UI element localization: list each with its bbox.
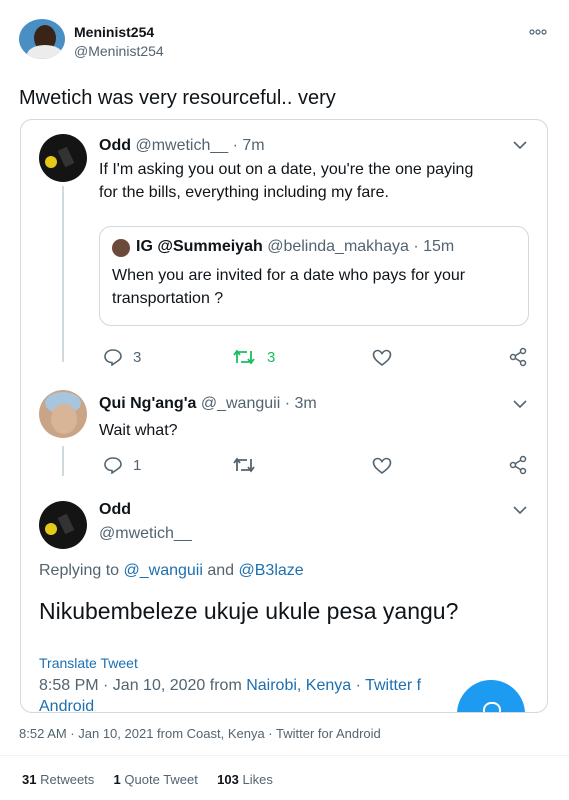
retweet-icon[interactable] — [233, 457, 255, 473]
reply-icon[interactable] — [103, 348, 123, 366]
author-handle[interactable]: @Meninist254 — [74, 43, 164, 59]
chevron-down-icon[interactable] — [513, 399, 529, 415]
tweet-time[interactable]: · 3m — [285, 395, 317, 412]
reply-icon[interactable] — [103, 456, 123, 474]
quoted-text: When you are invited for a date who pays… — [112, 267, 466, 284]
client-link-wrap[interactable]: Android — [39, 698, 94, 712]
compose-fab[interactable] — [457, 680, 525, 712]
quoted-tweet[interactable]: IG @Summeiyah @belinda_makhaya · 15m Whe… — [99, 226, 529, 326]
tweet-text: Mwetich was very resourceful.. very — [19, 87, 336, 109]
avatar[interactable] — [39, 390, 87, 438]
quotes-stat[interactable]: 1 Quote Tweet — [114, 772, 198, 787]
divider — [0, 755, 569, 756]
tweet-text: If I'm asking you out on a date, you're … — [99, 161, 474, 178]
author-name[interactable]: Odd — [99, 501, 131, 519]
more-dots-icon[interactable] — [529, 27, 547, 37]
mention-link[interactable]: @_wanguii — [124, 562, 203, 579]
likes-label: Likes — [242, 772, 273, 787]
tweet-text: Nikubembeleze ukuje ukule pesa yangu? — [39, 598, 459, 624]
tweet-time: · 15m — [413, 238, 455, 255]
avatar — [112, 239, 130, 257]
likes-stat[interactable]: 103 Likes — [217, 772, 273, 787]
tweet-time[interactable]: · 7m — [233, 137, 265, 154]
quotes-count: 1 — [113, 772, 121, 787]
replying-to: Replying to @_wanguii and @B3laze — [39, 562, 304, 580]
heart-icon[interactable] — [372, 457, 392, 475]
author-handle[interactable]: @mwetich__ — [135, 137, 228, 154]
author-name[interactable]: Meninist254 — [74, 24, 154, 40]
author-handle[interactable]: @mwetich__ — [99, 525, 192, 543]
translate-tweet-link[interactable]: Translate Tweet — [39, 655, 138, 671]
embedded-thread-card[interactable]: Odd @mwetich__ · 7m If I'm asking you ou… — [20, 119, 548, 713]
tweet-stats: 31 Retweets 1 Quote Tweet 103 Likes — [22, 772, 273, 787]
retweets-count: 31 — [22, 772, 37, 787]
quotes-label: Quote Tweet — [124, 772, 198, 787]
retweet-icon[interactable] — [233, 349, 255, 365]
retweets-stat[interactable]: 31 Retweets — [22, 772, 94, 787]
author-handle: @belinda_makhaya — [267, 238, 409, 255]
compose-icon — [483, 702, 501, 712]
avatar[interactable] — [19, 19, 65, 59]
replying-prefix: Replying to — [39, 562, 120, 579]
author-name[interactable]: Qui Ng'ang'a — [99, 395, 196, 412]
share-icon[interactable] — [508, 347, 528, 367]
reply-count: 1 — [133, 457, 142, 474]
meta-sep: · — [351, 677, 366, 694]
replying-and: and — [207, 562, 235, 579]
reply-count: 3 — [133, 349, 142, 366]
meta-time: 8:58 PM · Jan 10, 2020 from — [39, 677, 247, 694]
mention-link[interactable]: @B3laze — [239, 562, 304, 579]
chevron-down-icon[interactable] — [513, 140, 529, 156]
author-handle[interactable]: @_wanguii — [201, 395, 280, 412]
likes-count: 103 — [217, 772, 239, 787]
thread-line — [62, 186, 64, 362]
avatar[interactable] — [39, 134, 87, 182]
avatar[interactable] — [39, 501, 87, 549]
tweet-timestamp[interactable]: 8:52 AM · Jan 10, 2021 from Coast, Kenya… — [19, 726, 381, 741]
author-name: IG @Summeiyah — [136, 238, 263, 255]
chevron-down-icon[interactable] — [513, 505, 529, 521]
quoted-text: transportation ? — [112, 290, 224, 307]
tweet-meta: 8:58 PM · Jan 10, 2020 from Nairobi, Ken… — [39, 677, 421, 695]
heart-icon[interactable] — [372, 349, 392, 367]
location-link[interactable]: Nairobi, Kenya — [246, 677, 351, 694]
tweet-text: for the bills, everything including my f… — [99, 184, 389, 201]
share-icon[interactable] — [508, 455, 528, 475]
retweets-label: Retweets — [40, 772, 95, 787]
thread-line — [62, 446, 64, 476]
client-link[interactable]: Twitter f — [365, 677, 421, 694]
retweet-count: 3 — [267, 349, 276, 366]
tweet-text: Wait what? — [99, 422, 178, 439]
author-name[interactable]: Odd — [99, 137, 131, 154]
